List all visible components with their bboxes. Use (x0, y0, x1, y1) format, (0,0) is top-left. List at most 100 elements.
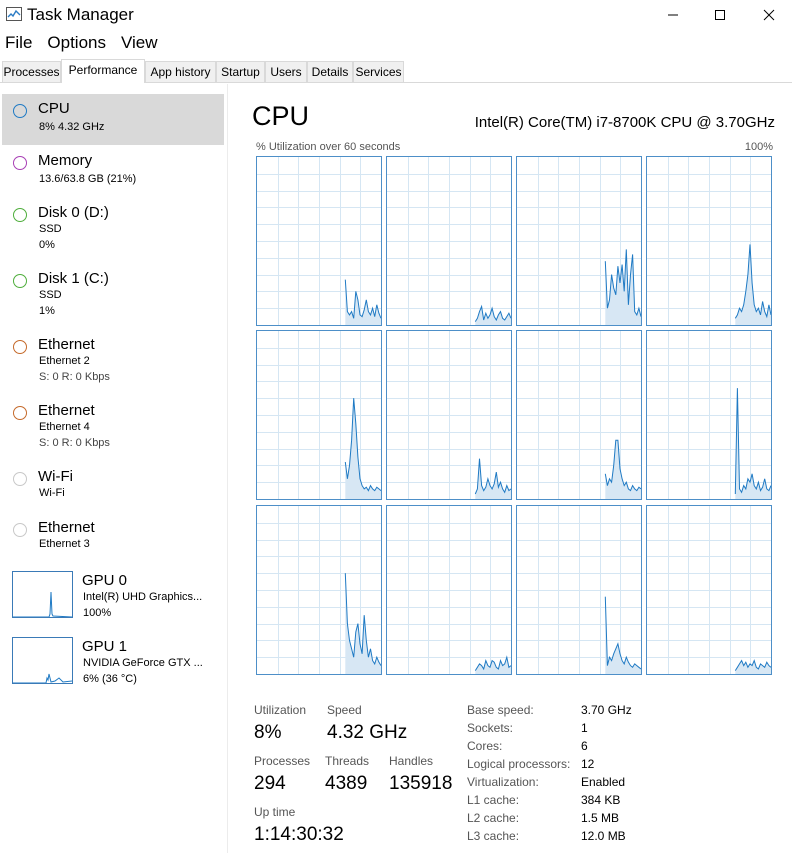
cpu-indicator-icon (13, 104, 27, 118)
sidebar-item-title: CPU (38, 100, 70, 117)
handles-value: 135918 (389, 773, 453, 794)
sidebar-item-detail: Ethernet 4 (39, 421, 90, 433)
tab-services[interactable]: Services (353, 61, 404, 82)
utilization-graph-max: 100% (744, 141, 773, 153)
tab-details[interactable]: Details (307, 61, 353, 82)
sidebar-item-detail: S: 0 R: 0 Kbps (39, 437, 110, 449)
sidebar-item-gpu-0[interactable]: GPU 0 Intel(R) UHD Graphics... 100% (2, 566, 224, 626)
core-utilization-graph (256, 330, 382, 500)
sidebar-item-ethernet-3[interactable]: Ethernet Ethernet 3 (2, 513, 224, 563)
processes-value: 294 (254, 773, 286, 794)
core-utilization-graph (646, 156, 772, 326)
sidebar-item-disk-1[interactable]: Disk 1 (C:) SSD 1% (2, 264, 224, 328)
virtualization-label: Virtualization: (467, 775, 539, 789)
sidebar-item-detail: 8% 4.32 GHz (39, 121, 105, 133)
sidebar-item-memory[interactable]: Memory 13.6/63.8 GB (21%) (2, 146, 224, 200)
tab-performance[interactable]: Performance (61, 59, 145, 83)
sidebar-item-wifi[interactable]: Wi-Fi Wi-Fi (2, 462, 224, 512)
core-utilization-graph (386, 505, 512, 675)
l3-cache-value: 12.0 MB (581, 829, 626, 843)
core-utilization-graph (516, 505, 642, 675)
tab-processes[interactable]: Processes (2, 61, 61, 82)
menu-file[interactable]: File (0, 31, 38, 57)
core-utilization-graph (646, 330, 772, 500)
ethernet-indicator-icon (13, 523, 27, 537)
sidebar-item-detail: Wi-Fi (39, 487, 65, 499)
core-graph-plot (647, 331, 771, 499)
sidebar-item-detail: 100% (83, 607, 112, 619)
core-graph-plot (517, 157, 641, 325)
l2-cache-label: L2 cache: (467, 811, 520, 825)
maximize-button[interactable] (697, 0, 743, 30)
title-bar: Task Manager (0, 0, 792, 30)
sidebar-item-detail: Ethernet 3 (39, 538, 90, 550)
ethernet-indicator-icon (13, 340, 27, 354)
utilization-label: Utilization (254, 703, 307, 717)
sidebar-item-title: Disk 0 (D:) (38, 204, 109, 221)
sidebar-item-detail: S: 0 R: 0 Kbps (39, 371, 110, 383)
core-utilization-graph (256, 156, 382, 326)
threads-value: 4389 (325, 773, 368, 794)
threads-label: Threads (325, 754, 370, 768)
tab-startup[interactable]: Startup (216, 61, 265, 82)
uptime-value: 1:14:30:32 (254, 824, 344, 845)
core-graph-plot (517, 331, 641, 499)
menu-bar: File Options View (0, 31, 168, 57)
gpu-0-graph-icon (13, 591, 73, 618)
l3-cache-label: L3 cache: (467, 829, 520, 843)
sidebar-item-title: Disk 1 (C:) (38, 270, 109, 287)
cpu-model-name: Intel(R) Core(TM) i7-8700K CPU @ 3.70GHz (474, 114, 775, 131)
minimize-button[interactable] (650, 0, 696, 30)
disk-indicator-icon (13, 208, 27, 222)
maximize-icon (715, 10, 725, 20)
sidebar-item-detail: 6% (36 °C) (83, 673, 137, 685)
close-button[interactable] (746, 0, 792, 30)
sidebar-item-title: GPU 0 (82, 572, 128, 589)
sidebar-item-detail: SSD (39, 289, 62, 301)
sidebar-item-title: Ethernet (38, 336, 95, 353)
utilization-value: 8% (254, 722, 282, 743)
core-graph-plot (257, 331, 381, 499)
sidebar-item-title: Wi-Fi (38, 468, 73, 485)
close-icon (763, 9, 775, 21)
page-title: CPU (252, 101, 310, 131)
core-utilization-graph (646, 505, 772, 675)
sidebar-item-title: Ethernet (38, 402, 95, 419)
uptime-label: Up time (254, 805, 296, 819)
sidebar-item-detail: NVIDIA GeForce GTX ... (83, 657, 203, 669)
core-graph-plot (387, 331, 511, 499)
memory-indicator-icon (13, 156, 27, 170)
sidebar-item-cpu[interactable]: CPU 8% 4.32 GHz (2, 94, 224, 145)
logical-processors-value: 12 (581, 757, 595, 771)
core-graph-plot (387, 506, 511, 674)
core-graph-plot (257, 157, 381, 325)
sidebar-item-ethernet-2[interactable]: Ethernet Ethernet 2 S: 0 R: 0 Kbps (2, 330, 224, 394)
utilization-graph-caption: % Utilization over 60 seconds (256, 141, 401, 153)
core-utilization-line (734, 388, 771, 495)
speed-value: 4.32 GHz (327, 722, 408, 743)
core-graph-plot (387, 157, 511, 325)
core-utilization-area (345, 279, 381, 325)
tab-strip: Processes Performance App history Startu… (0, 59, 792, 83)
menu-view[interactable]: View (116, 31, 164, 57)
l1-cache-value: 384 KB (581, 793, 621, 807)
gpu-1-graph-icon (13, 673, 73, 684)
sidebar-item-detail: Ethernet 2 (39, 355, 90, 367)
l2-cache-value: 1.5 MB (581, 811, 620, 825)
sidebar-item-disk-0[interactable]: Disk 0 (D:) SSD 0% (2, 198, 224, 262)
sidebar-item-gpu-1[interactable]: GPU 1 NVIDIA GeForce GTX ... 6% (36 °C) (2, 632, 224, 692)
cores-label: Cores: (467, 739, 503, 753)
l1-cache-label: L1 cache: (467, 793, 520, 807)
disk-indicator-icon (13, 274, 27, 288)
core-utilization-graph (516, 156, 642, 326)
wifi-indicator-icon (13, 472, 27, 486)
handles-label: Handles (389, 754, 434, 768)
window-title: Task Manager (27, 5, 134, 24)
menu-options[interactable]: Options (42, 31, 112, 57)
gpu-1-thumbnail-graph (12, 637, 73, 684)
tab-users[interactable]: Users (265, 61, 307, 82)
ethernet-indicator-icon (13, 406, 27, 420)
sidebar-item-ethernet-4[interactable]: Ethernet Ethernet 4 S: 0 R: 0 Kbps (2, 396, 224, 460)
core-utilization-area (345, 573, 381, 674)
tab-app-history[interactable]: App history (145, 61, 216, 82)
